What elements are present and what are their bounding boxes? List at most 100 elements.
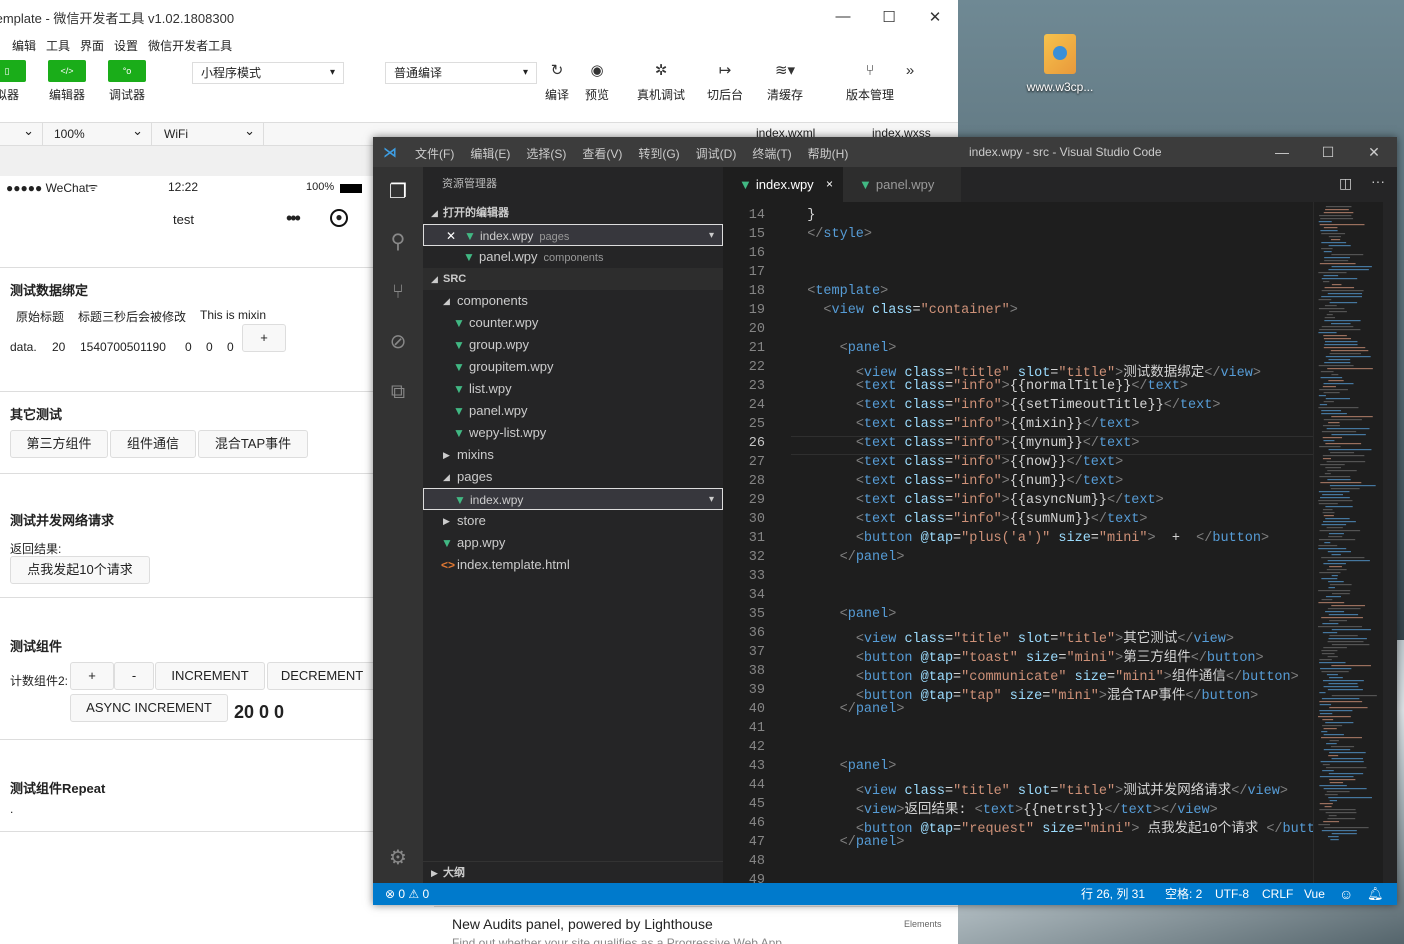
- minimap[interactable]: [1313, 202, 1383, 883]
- tree-item[interactable]: ▶ store: [423, 510, 723, 532]
- capsule-close-icon[interactable]: ●: [330, 209, 348, 227]
- tree-item[interactable]: ▼ panel.wpy: [423, 400, 723, 422]
- async-increment-button[interactable]: ASYNC INCREMENT: [70, 694, 228, 722]
- tree-item[interactable]: ▼ counter.wpy: [423, 312, 723, 334]
- version-button[interactable]: ⑂ 版本管理: [840, 60, 900, 103]
- close-editor-icon[interactable]: ✕: [446, 225, 456, 247]
- menu-terminal[interactable]: 终端(T): [752, 145, 791, 162]
- debugger-button[interactable]: °o 调试器: [102, 60, 152, 103]
- split-editor-icon[interactable]: ◫: [1339, 175, 1352, 192]
- desktop-icon[interactable]: www.w3cp...: [1020, 34, 1100, 94]
- close-icon[interactable]: ✕: [1351, 137, 1397, 167]
- outline-header[interactable]: ▶ 大纲: [423, 861, 723, 883]
- menu-tools[interactable]: 工具: [46, 37, 70, 54]
- clear-cache-button[interactable]: ≋▾ 清缓存: [760, 60, 810, 103]
- tab-panel-wpy[interactable]: ▼ panel.wpy: [843, 167, 961, 202]
- device-select[interactable]: [0, 120, 43, 145]
- background-button[interactable]: ↦ 切后台: [700, 60, 750, 103]
- tab-index-wpy[interactable]: ▼ index.wpy ×: [723, 167, 843, 202]
- tap-event-button[interactable]: 混合TAP事件: [198, 430, 308, 458]
- preview-button[interactable]: ◉ 预览: [577, 60, 617, 103]
- editor-tabs: ▼ index.wpy × ▼ panel.wpy ◫ ···: [723, 167, 1397, 202]
- simulator-button[interactable]: ▯ 拟器: [0, 60, 32, 103]
- editor-scrollbar[interactable]: [1383, 202, 1397, 883]
- increment-button[interactable]: INCREMENT: [155, 662, 265, 690]
- close-icon[interactable]: ✕: [912, 8, 958, 26]
- menu-view[interactable]: 查看(V): [582, 145, 622, 162]
- explorer-icon[interactable]: ❐: [385, 179, 411, 205]
- decrement-button[interactable]: DECREMENT: [267, 662, 377, 690]
- elements-tab[interactable]: Elements: [904, 919, 942, 929]
- mode-select[interactable]: 小程序模式: [192, 62, 344, 84]
- tree-item[interactable]: ▼ groupitem.wpy: [423, 356, 723, 378]
- info-text: This is mixin: [200, 308, 267, 322]
- maximize-icon[interactable]: ☐: [1305, 137, 1351, 167]
- plus-button[interactable]: +: [242, 324, 286, 352]
- extensions-icon[interactable]: ⧉: [385, 379, 411, 405]
- tree-item-label: index.wpy: [470, 493, 524, 507]
- menu-selection[interactable]: 选择(S): [526, 145, 566, 162]
- tree-item[interactable]: ◢ components: [423, 290, 723, 312]
- tree-item[interactable]: ▼ list.wpy: [423, 378, 723, 400]
- open-editor-item[interactable]: ▼ panel.wpy components: [423, 246, 723, 268]
- communicate-button[interactable]: 组件通信: [110, 430, 196, 458]
- line-ending[interactable]: CRLF: [1262, 883, 1293, 905]
- result-label: 返回结果:: [10, 542, 62, 556]
- compile-select[interactable]: 普通编译: [385, 62, 537, 84]
- search-icon[interactable]: ⚲: [385, 229, 411, 255]
- language-mode[interactable]: Vue: [1304, 883, 1325, 905]
- src-folder-header[interactable]: ◢ SRC: [423, 268, 723, 290]
- line-number: 21: [748, 341, 765, 356]
- carrier-label: ●●●●● WeChat: [6, 181, 89, 195]
- tree-item[interactable]: ▼ group.wpy: [423, 334, 723, 356]
- menu-wechat-devtools[interactable]: 微信开发者工具: [148, 37, 232, 54]
- open-editor-item[interactable]: ✕ ▼ index.wpy pages: [423, 224, 723, 247]
- menu-help[interactable]: 帮助(H): [808, 145, 849, 162]
- compile-button[interactable]: ↻ 编译: [537, 60, 577, 103]
- tree-item[interactable]: ▼ index.wpy: [423, 488, 723, 511]
- menu-view[interactable]: 界面: [80, 37, 104, 54]
- tree-item[interactable]: ◢ pages: [423, 466, 723, 488]
- notification-bell-icon[interactable]: 🔔︎: [1367, 883, 1384, 905]
- request-button[interactable]: 点我发起10个请求: [10, 556, 150, 584]
- menu-dots-icon[interactable]: •••: [286, 208, 301, 229]
- minimize-icon[interactable]: —: [820, 8, 866, 26]
- file-encoding[interactable]: UTF-8: [1215, 883, 1249, 905]
- network-select[interactable]: WiFi: [154, 120, 264, 145]
- vue-file-icon: ▼: [453, 382, 465, 396]
- tree-item[interactable]: ▼ wepy-list.wpy: [423, 422, 723, 444]
- settings-gear-icon[interactable]: ⚙: [385, 845, 411, 871]
- real-debug-button[interactable]: ✲ 真机调试: [632, 60, 690, 103]
- counter-plus-button[interactable]: +: [70, 662, 114, 690]
- debug-icon[interactable]: ⊘: [385, 329, 411, 355]
- tree-item[interactable]: ▼ app.wpy: [423, 532, 723, 554]
- menu-edit[interactable]: 编辑(E): [470, 145, 510, 162]
- code-line: <text class="info">{{num}}</text>: [855, 474, 1124, 489]
- zoom-select[interactable]: 100%: [44, 120, 152, 145]
- cursor-position[interactable]: 行 26, 列 31: [1081, 883, 1145, 905]
- third-party-button[interactable]: 第三方组件: [10, 430, 108, 458]
- problems-indicator[interactable]: ⊗ 0 ⚠ 0: [385, 883, 429, 905]
- info-text: 标题三秒后会被修改: [78, 310, 187, 324]
- source-control-icon[interactable]: ⑂: [385, 279, 411, 305]
- counter-label: 计数组件2:: [10, 674, 69, 688]
- maximize-icon[interactable]: ☐: [866, 8, 912, 26]
- menu-go[interactable]: 转到(G): [638, 145, 679, 162]
- more-actions-icon[interactable]: ···: [1371, 173, 1385, 189]
- minimize-icon[interactable]: —: [1259, 137, 1305, 167]
- code-editor[interactable]: 14 } 15 </style> 16 17 18 <template> 19 <view…: [723, 202, 1313, 883]
- tree-item[interactable]: <> index.template.html: [423, 554, 723, 576]
- menu-settings[interactable]: 设置: [114, 37, 138, 54]
- menu-file[interactable]: 文件(F): [415, 145, 454, 162]
- tree-item[interactable]: ▶ mixins: [423, 444, 723, 466]
- more-icon[interactable]: »: [900, 60, 920, 86]
- menu-debug[interactable]: 调试(D): [696, 145, 737, 162]
- indent-spaces[interactable]: 空格: 2: [1165, 883, 1202, 905]
- feedback-smiley-icon[interactable]: ☺: [1339, 883, 1353, 905]
- refresh-icon: ↻: [550, 62, 564, 79]
- open-editors-header[interactable]: ◢ 打开的编辑器: [423, 202, 723, 224]
- tab-close-icon[interactable]: ×: [826, 167, 833, 202]
- counter-minus-button[interactable]: -: [114, 662, 154, 690]
- menu-edit[interactable]: 编辑: [12, 37, 36, 54]
- editor-button[interactable]: </> 编辑器: [42, 60, 92, 103]
